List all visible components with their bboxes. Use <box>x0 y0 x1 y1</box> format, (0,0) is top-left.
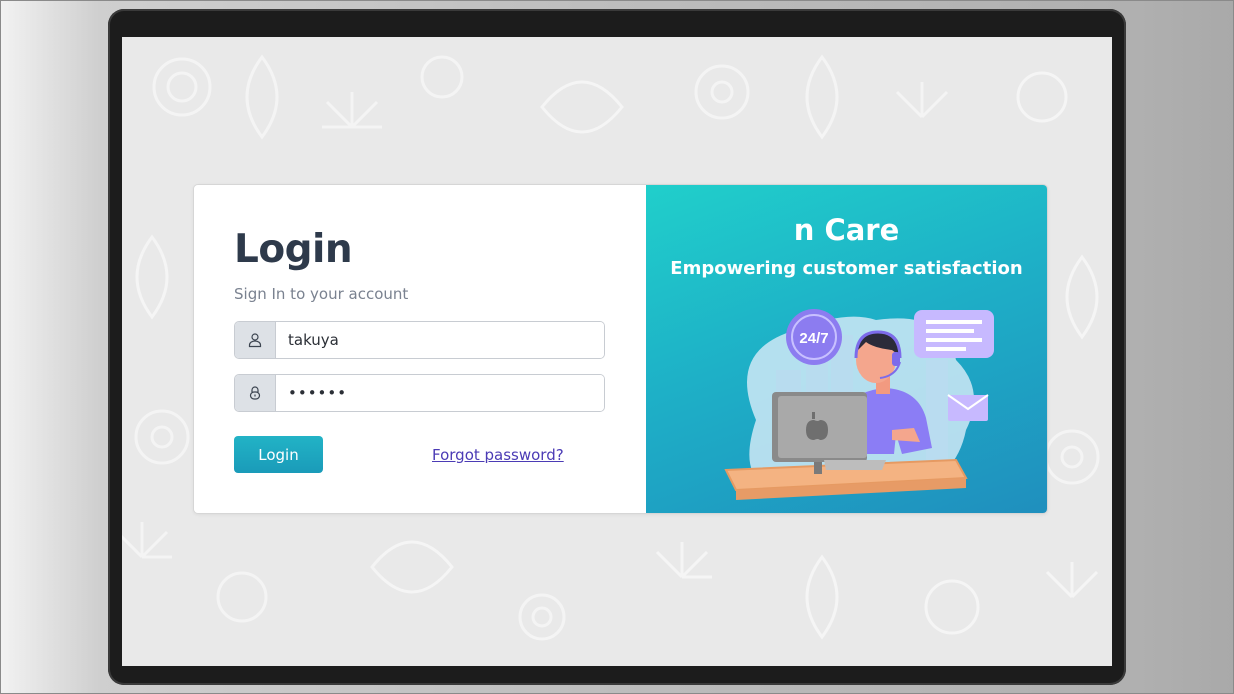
username-input[interactable] <box>276 322 604 358</box>
forgot-password-link[interactable]: Forgot password? <box>432 446 564 464</box>
support-agent-illustration: 24/7 <box>724 309 994 500</box>
password-input[interactable] <box>276 375 604 411</box>
chat-bubble-icon <box>914 310 994 358</box>
screen: Login Sign In to your account takuya •••… <box>122 37 1112 666</box>
svg-text:24/7: 24/7 <box>799 330 828 347</box>
password-input-group <box>234 374 605 412</box>
login-panel: Login Sign In to your account takuya •••… <box>194 185 646 513</box>
mail-icon <box>947 394 989 421</box>
brand-title: n Care <box>793 213 900 247</box>
lock-icon <box>235 375 276 411</box>
login-button[interactable]: Login <box>234 436 323 473</box>
login-subtitle: Sign In to your account <box>234 285 409 303</box>
brand-tagline: Empowering customer satisfaction <box>670 258 1023 279</box>
login-title: Login <box>234 227 353 272</box>
brand-panel: n Care Empowering customer satisfaction … <box>646 185 1047 513</box>
user-icon <box>235 322 276 358</box>
login-card: Login Sign In to your account takuya •••… <box>193 184 1048 514</box>
username-input-group <box>234 321 605 359</box>
